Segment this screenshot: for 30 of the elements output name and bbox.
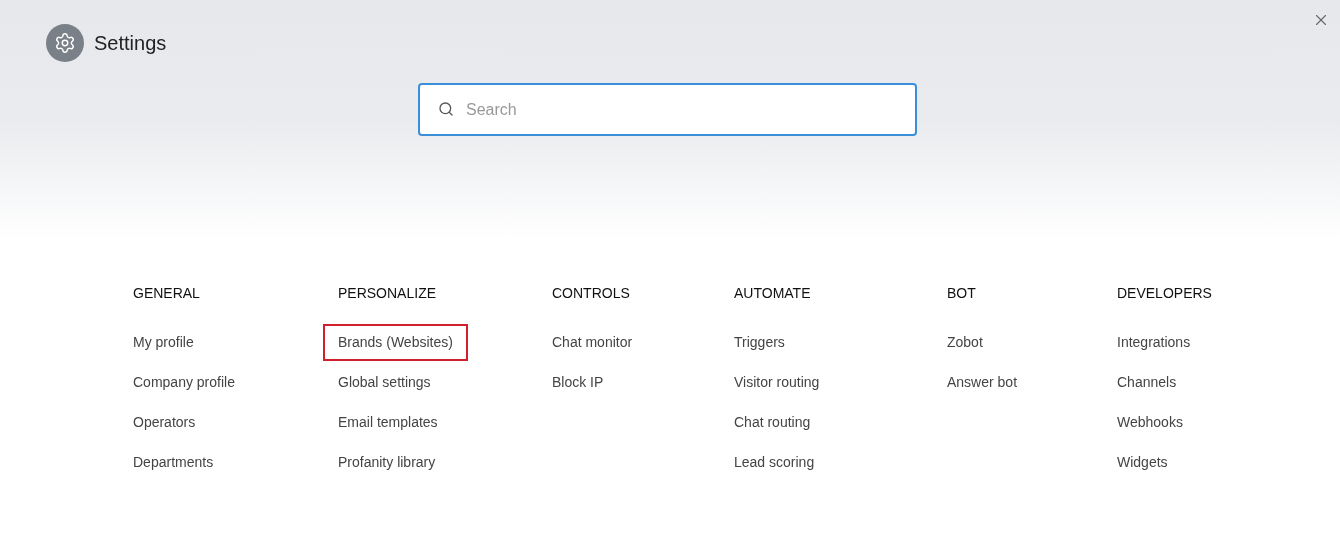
- section-heading: CONTROLS: [552, 284, 631, 303]
- settings-link[interactable]: Block IP: [537, 364, 619, 401]
- section-heading: AUTOMATE: [734, 284, 812, 303]
- settings-link[interactable]: Visitor routing: [719, 364, 835, 401]
- settings-icon: [46, 24, 84, 62]
- settings-link[interactable]: Answer bot: [932, 364, 1033, 401]
- settings-link[interactable]: Lead scoring: [719, 444, 830, 481]
- page-title: Settings: [94, 31, 167, 56]
- settings-link[interactable]: Chat monitor: [537, 324, 648, 361]
- search-field[interactable]: Search: [418, 83, 917, 136]
- settings-link[interactable]: Integrations: [1102, 324, 1206, 361]
- settings-link[interactable]: Global settings: [323, 364, 446, 401]
- settings-link[interactable]: My profile: [118, 324, 209, 361]
- settings-link[interactable]: Triggers: [719, 324, 800, 361]
- settings-link[interactable]: Widgets: [1102, 444, 1183, 481]
- section-heading: GENERAL: [133, 284, 201, 303]
- settings-link[interactable]: Webhooks: [1102, 404, 1198, 441]
- section-heading: PERSONALIZE: [338, 284, 438, 303]
- settings-link[interactable]: Profanity library: [323, 444, 451, 481]
- search-icon: [438, 101, 454, 117]
- settings-link[interactable]: Chat routing: [719, 404, 826, 441]
- settings-link[interactable]: Brands (Websites): [323, 324, 468, 361]
- settings-link[interactable]: Company profile: [118, 364, 250, 401]
- section-heading: DEVELOPERS: [1117, 284, 1213, 303]
- settings-link[interactable]: Channels: [1102, 364, 1192, 401]
- settings-link[interactable]: Departments: [118, 444, 229, 481]
- settings-link[interactable]: Operators: [118, 404, 211, 441]
- section-heading: BOT: [947, 284, 977, 303]
- settings-link[interactable]: Email templates: [323, 404, 453, 441]
- settings-link[interactable]: Zobot: [932, 324, 998, 361]
